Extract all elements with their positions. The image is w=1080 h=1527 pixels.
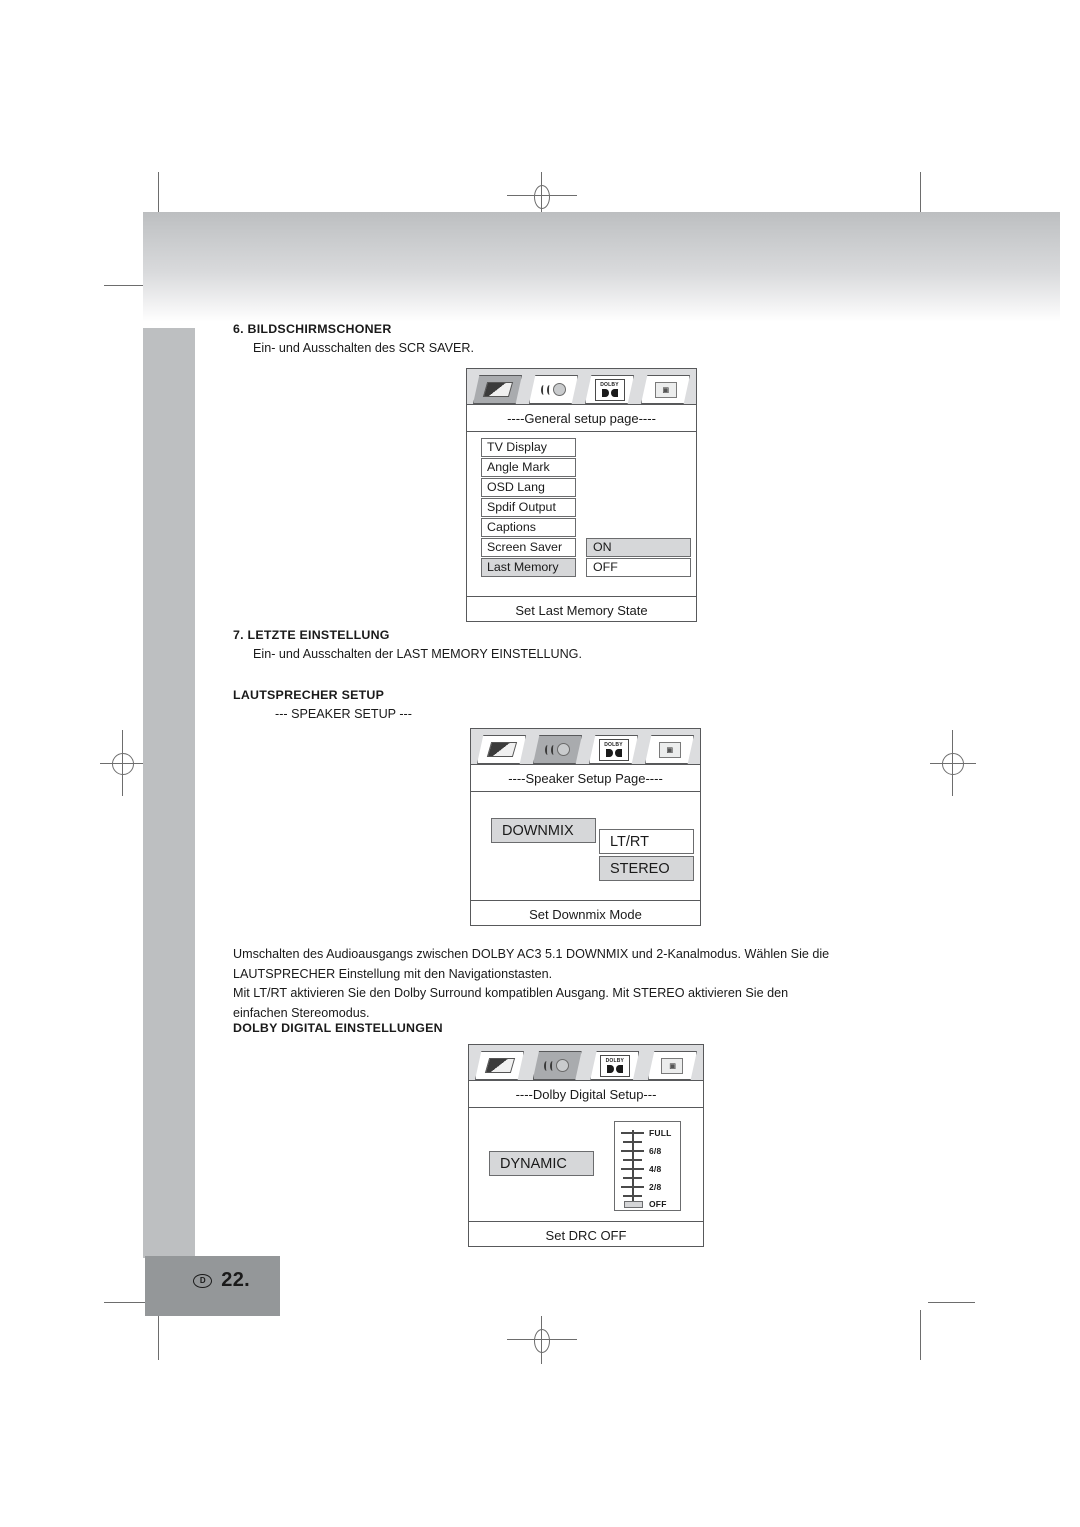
general-setup-icon xyxy=(473,375,522,404)
tab-general-setup[interactable] xyxy=(473,375,522,404)
preference-setup-icon: ▣ xyxy=(641,375,690,404)
osd-general-menu-column: TV Display Angle Mark OSD Lang Spdif Out… xyxy=(481,438,576,577)
page-content-speaker-setup: LAUTSPRECHER SETUP --- SPEAKER SETUP --- xyxy=(233,688,863,723)
option-lt-rt[interactable]: LT/RT xyxy=(599,829,694,854)
menu-item-angle-mark[interactable]: Angle Mark xyxy=(481,458,576,477)
osd-general-setup: DOLBY ▣ ----General setup page---- TV Di… xyxy=(466,368,697,622)
paragraph-speaker-explanation: Umschalten des Audioausgangs zwischen DO… xyxy=(233,945,873,1023)
tab-preference-setup-dolby[interactable]: ▣ xyxy=(647,1051,697,1080)
menu-item-osd-lang[interactable]: OSD Lang xyxy=(481,478,576,497)
crop-mark-right-lower xyxy=(928,1302,975,1303)
option-off[interactable]: OFF xyxy=(586,558,691,577)
osd-tab-bar-speaker: DOLBY ▣ xyxy=(471,729,700,765)
osd-tab-bar: DOLBY ▣ xyxy=(467,369,696,405)
section-title-dolby-digital: DOLBY DIGITAL EINSTELLUNGEN xyxy=(233,1021,443,1035)
tab-audio-setup-speaker[interactable] xyxy=(533,735,582,764)
drc-label-off: OFF xyxy=(649,1199,667,1209)
tab-dolby-setup[interactable]: DOLBY xyxy=(585,375,634,404)
drc-tick-full xyxy=(621,1132,644,1134)
section-body-screensaver: Ein- und Ausschalten des SCR SAVER. xyxy=(253,341,474,355)
tab-general-setup-dolby[interactable] xyxy=(475,1051,524,1080)
section-body-speaker-setup: --- SPEAKER SETUP --- xyxy=(275,707,412,721)
menu-item-last-memory[interactable]: Last Memory xyxy=(481,558,576,577)
osd-dolby-body: DYNAMIC FULL 6/8 4/8 2/8 OFF xyxy=(469,1108,703,1221)
registration-mark-bottom xyxy=(507,1316,577,1364)
audio-setup-icon xyxy=(533,1051,582,1080)
section-title-last-memory: 7. LETZTE EINSTELLUNG xyxy=(233,628,390,642)
drc-tick-1 xyxy=(623,1195,642,1197)
osd-dolby-digital-setup: DOLBY ▣ ----Dolby Digital Setup--- DYNAM… xyxy=(468,1044,704,1247)
crop-mark-bottom-right xyxy=(920,1310,921,1360)
registration-mark-left xyxy=(100,730,146,796)
osd-speaker-title: ----Speaker Setup Page---- xyxy=(471,765,700,792)
menu-item-screen-saver[interactable]: Screen Saver xyxy=(481,538,576,557)
menu-item-dynamic[interactable]: DYNAMIC xyxy=(489,1151,594,1176)
general-setup-icon xyxy=(477,735,526,764)
drc-tick-3 xyxy=(623,1177,642,1179)
option-on[interactable]: ON xyxy=(586,538,691,557)
osd-general-title: ----General setup page---- xyxy=(467,405,696,432)
drc-tick-6-8 xyxy=(621,1150,644,1152)
page-content-dolby-digital: DOLBY DIGITAL EINSTELLUNGEN xyxy=(233,1021,863,1035)
paragraph-line-3: Mit LT/RT aktivieren Sie den Dolby Surro… xyxy=(233,986,789,1000)
drc-slider[interactable]: FULL 6/8 4/8 2/8 OFF xyxy=(614,1121,681,1211)
paragraph-line-2: LAUTSPRECHER Einstellung mit den Navigat… xyxy=(233,966,553,981)
page-left-sidebar-bar xyxy=(143,328,195,1258)
tab-dolby-setup-dolby[interactable]: DOLBY xyxy=(590,1051,640,1080)
osd-dolby-title: ----Dolby Digital Setup--- xyxy=(469,1081,703,1108)
crop-mark-bottom-left xyxy=(158,1310,159,1360)
drc-label-4-8: 4/8 xyxy=(649,1164,662,1174)
osd-general-option-column: ON OFF xyxy=(586,538,691,577)
option-stereo[interactable]: STEREO xyxy=(599,856,694,881)
dolby-setup-icon: DOLBY xyxy=(585,375,634,404)
tab-dolby-setup-speaker[interactable]: DOLBY xyxy=(589,735,638,764)
registration-mark-right xyxy=(930,730,976,796)
tab-preference-setup[interactable]: ▣ xyxy=(641,375,690,404)
drc-label-full: FULL xyxy=(649,1128,672,1138)
tab-preference-setup-speaker[interactable]: ▣ xyxy=(645,735,694,764)
drc-label-2-8: 2/8 xyxy=(649,1182,662,1192)
menu-item-downmix[interactable]: DOWNMIX xyxy=(491,818,596,843)
drc-label-6-8: 6/8 xyxy=(649,1146,662,1156)
audio-setup-icon xyxy=(529,375,578,404)
menu-item-tv-display[interactable]: TV Display xyxy=(481,438,576,457)
region-badge: D xyxy=(193,1273,213,1288)
page-content: 6. BILDSCHIRMSCHONER Ein- und Ausschalte… xyxy=(233,322,863,357)
section-title-screensaver: 6. BILDSCHIRMSCHONER xyxy=(233,322,392,336)
dolby-setup-icon: DOLBY xyxy=(589,735,638,764)
page-footer-box: D 22. xyxy=(145,1256,280,1316)
osd-dolby-footer: Set DRC OFF xyxy=(469,1221,703,1248)
drc-tick-4-8 xyxy=(621,1168,644,1170)
menu-item-spdif-output[interactable]: Spdif Output xyxy=(481,498,576,517)
section-title-speaker-setup: LAUTSPRECHER SETUP xyxy=(233,688,385,702)
tab-general-setup-speaker[interactable] xyxy=(477,735,526,764)
drc-tick-2-8 xyxy=(621,1186,644,1188)
drc-tick-7 xyxy=(623,1141,642,1143)
page-header-gradient xyxy=(143,212,1060,322)
drc-slider-thumb[interactable] xyxy=(624,1201,643,1208)
osd-speaker-footer: Set Downmix Mode xyxy=(471,900,700,927)
crop-mark-left-lower xyxy=(104,1302,151,1303)
osd-tab-bar-dolby: DOLBY ▣ xyxy=(469,1045,703,1081)
tab-audio-setup[interactable] xyxy=(529,375,578,404)
page-content-last-memory: 7. LETZTE EINSTELLUNG Ein- und Ausschalt… xyxy=(233,628,863,663)
osd-general-footer: Set Last Memory State xyxy=(467,596,696,623)
osd-speaker-setup: DOLBY ▣ ----Speaker Setup Page---- DOWNM… xyxy=(470,728,701,926)
drc-tick-5 xyxy=(623,1159,642,1161)
general-setup-icon xyxy=(475,1051,524,1080)
preference-setup-icon: ▣ xyxy=(648,1051,697,1080)
audio-setup-icon xyxy=(533,735,582,764)
paragraph-line-1: Umschalten des Audioausgangs zwischen DO… xyxy=(233,947,830,961)
osd-general-body: TV Display Angle Mark OSD Lang Spdif Out… xyxy=(467,432,696,596)
dolby-setup-icon: DOLBY xyxy=(590,1051,639,1080)
page-number: 22. xyxy=(221,1269,250,1291)
menu-item-captions[interactable]: Captions xyxy=(481,518,576,537)
osd-speaker-body: DOWNMIX LT/RT STEREO xyxy=(471,792,700,900)
tab-audio-setup-dolby[interactable] xyxy=(532,1051,582,1080)
section-body-last-memory: Ein- und Ausschalten der LAST MEMORY EIN… xyxy=(253,647,582,661)
preference-setup-icon: ▣ xyxy=(645,735,694,764)
